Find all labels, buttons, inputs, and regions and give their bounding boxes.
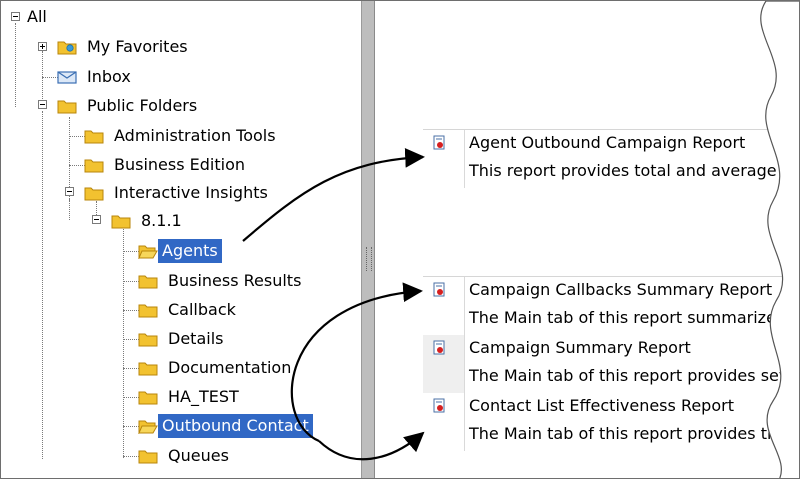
expand-toggle-my-favorites[interactable]	[38, 42, 47, 51]
tree-item-public-folders[interactable]: Public Folders	[57, 94, 201, 118]
tree-item-business-edition[interactable]: Business Edition	[84, 153, 249, 177]
tree-item-inbox[interactable]: Inbox	[57, 65, 135, 89]
splitter-grip-icon	[366, 247, 372, 271]
tree-item-interactive-insights[interactable]: Interactive Insights	[84, 181, 272, 205]
tree-item-business-results[interactable]: Business Results	[138, 269, 305, 293]
tree-line	[42, 111, 43, 459]
tree-item-outbound-contact[interactable]: Outbound Contact	[138, 414, 313, 438]
report-description: The Main tab of this report provides th	[469, 424, 778, 443]
report-item[interactable]: Contact List Effectiveness Report The Ma…	[423, 393, 799, 451]
report-list-panel: Agent Outbound Campaign Report This repo…	[375, 1, 799, 478]
collapse-toggle-8-1-1[interactable]	[92, 215, 101, 224]
collapse-toggle-all[interactable]	[11, 12, 20, 21]
tree-line	[123, 426, 139, 427]
screenshot-frame: All My Favorites Inbox Public Folders Ad…	[0, 0, 800, 479]
tree-line	[123, 339, 139, 340]
tree-item-agents[interactable]: Agents	[138, 239, 222, 263]
open-folder-icon	[138, 420, 158, 434]
outbound-report-group: Campaign Callbacks Summary Report The Ma…	[423, 276, 800, 451]
tree-item-label: My Favorites	[87, 37, 188, 56]
tree-line	[69, 165, 85, 166]
tree-item-label: Public Folders	[87, 96, 198, 115]
tree-item-documentation[interactable]: Documentation	[138, 356, 295, 380]
tree-item-label: All	[27, 7, 47, 26]
tree-item-callback[interactable]: Callback	[138, 298, 240, 322]
tree-item-label: HA_TEST	[168, 387, 239, 406]
folder-icon	[84, 187, 104, 201]
tree-line	[123, 456, 139, 457]
tree-item-administration-tools[interactable]: Administration Tools	[84, 124, 280, 148]
report-icon-cell	[423, 393, 465, 451]
report-title[interactable]: Campaign Summary Report	[469, 338, 691, 357]
tree-line	[42, 77, 58, 78]
agents-report-group: Agent Outbound Campaign Report This repo…	[423, 129, 799, 188]
folder-icon	[57, 100, 77, 114]
report-description: This report provides total and average	[469, 161, 777, 180]
tree-line	[15, 23, 16, 107]
tree-item-label: 8.1.1	[141, 211, 182, 230]
report-document-icon	[433, 282, 445, 297]
tree-item-label: Administration Tools	[114, 126, 276, 145]
report-description: The Main tab of this report summarizes t…	[469, 308, 800, 327]
tree-line	[123, 281, 139, 282]
collapse-toggle-public-folders[interactable]	[38, 100, 47, 109]
tree-item-label: Queues	[168, 446, 229, 465]
report-document-icon	[433, 398, 445, 413]
folder-icon	[138, 450, 158, 464]
folder-icon	[84, 130, 104, 144]
tree-item-version[interactable]: 8.1.1	[111, 209, 186, 233]
tree-item-label: Business Edition	[114, 155, 245, 174]
inbox-icon	[57, 71, 77, 84]
tree-item-ha-test[interactable]: HA_TEST	[138, 385, 243, 409]
folder-icon	[138, 362, 158, 376]
folder-icon	[84, 159, 104, 173]
tree-item-label: Details	[168, 329, 224, 348]
tree-item-label: Documentation	[168, 358, 292, 377]
tree-line	[123, 368, 139, 369]
tree-item-details[interactable]: Details	[138, 327, 227, 351]
report-icon-cell	[423, 335, 465, 393]
report-title[interactable]: Agent Outbound Campaign Report	[469, 133, 745, 152]
tree-item-label: Interactive Insights	[114, 183, 268, 202]
folder-tree: All My Favorites Inbox Public Folders Ad…	[1, 1, 361, 478]
folder-icon	[138, 275, 158, 289]
tree-line	[42, 51, 43, 107]
tree-line	[69, 198, 70, 220]
tree-item-my-favorites[interactable]: My Favorites	[57, 35, 192, 59]
tree-item-label: Outbound Contact	[158, 414, 313, 438]
report-item[interactable]: Agent Outbound Campaign Report This repo…	[423, 130, 799, 188]
report-icon-cell	[423, 130, 465, 188]
panel-splitter[interactable]	[361, 1, 375, 478]
tree-item-queues[interactable]: Queues	[138, 444, 233, 468]
tree-item-all[interactable]: All	[27, 5, 51, 29]
report-icon-cell	[423, 277, 465, 335]
tree-line	[123, 397, 139, 398]
folder-icon	[138, 333, 158, 347]
tree-line	[123, 251, 139, 252]
folder-icon	[138, 391, 158, 405]
tree-line	[123, 310, 139, 311]
report-document-icon	[433, 135, 445, 150]
folder-icon	[138, 304, 158, 318]
favorites-folder-icon	[57, 41, 77, 55]
tree-line	[123, 226, 124, 458]
tree-item-label: Business Results	[168, 271, 302, 290]
folder-icon	[111, 215, 131, 229]
report-title[interactable]: Campaign Callbacks Summary Report	[469, 280, 772, 299]
report-item[interactable]: Campaign Summary Report The Main tab of …	[423, 335, 799, 393]
report-document-icon	[433, 340, 445, 355]
report-title[interactable]: Contact List Effectiveness Report	[469, 396, 734, 415]
tree-item-label: Inbox	[87, 67, 131, 86]
tree-item-label: Agents	[158, 239, 222, 263]
report-description: The Main tab of this report provides sev	[469, 366, 789, 385]
tree-line	[69, 136, 85, 137]
open-folder-icon	[138, 245, 158, 259]
report-item[interactable]: Campaign Callbacks Summary Report The Ma…	[423, 277, 800, 335]
tree-item-label: Callback	[168, 300, 236, 319]
collapse-toggle-interactive-insights[interactable]	[65, 187, 74, 196]
